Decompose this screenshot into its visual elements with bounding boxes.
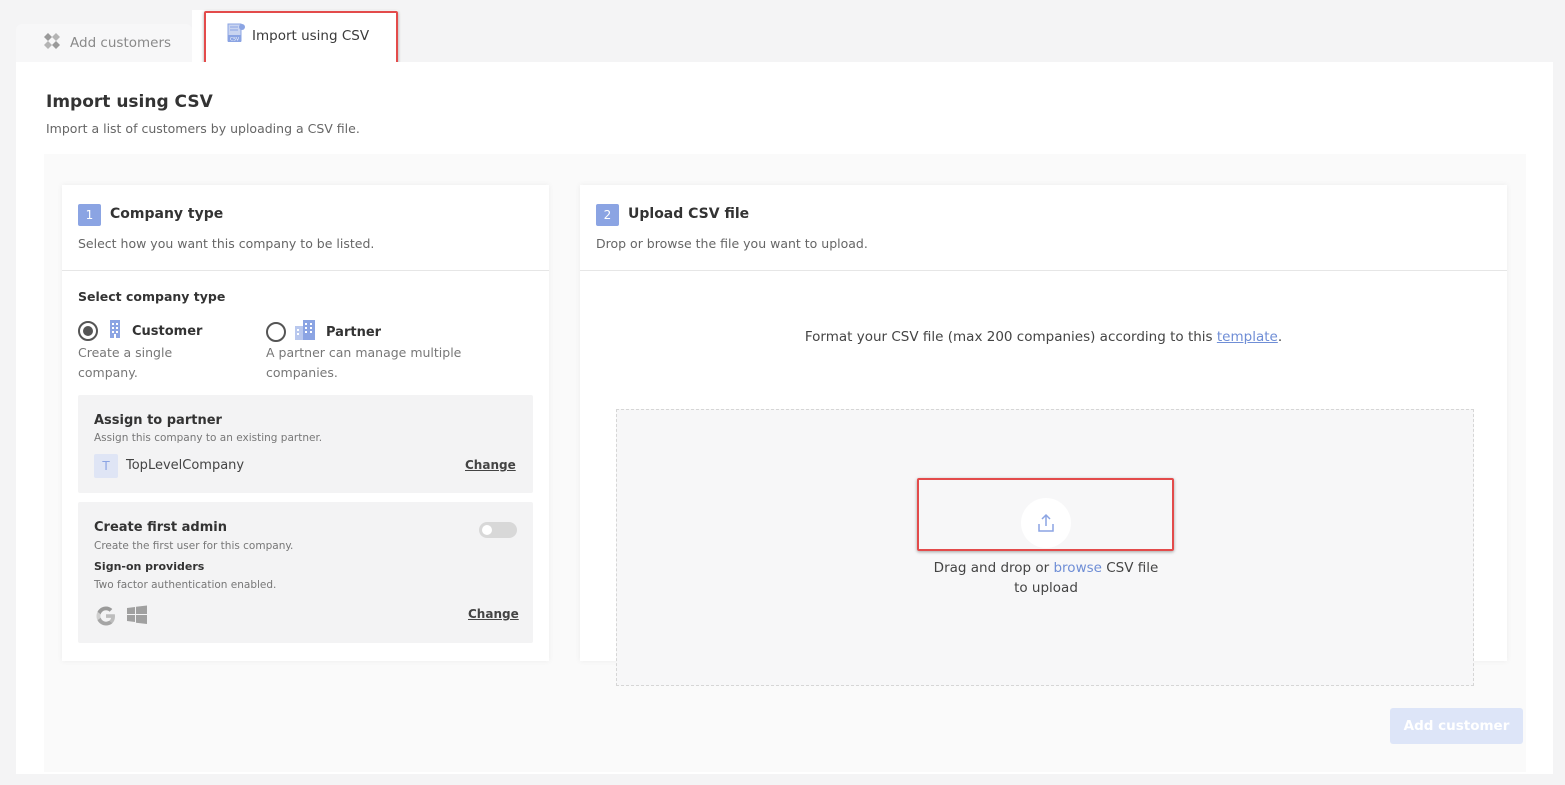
format-instructions: Format your CSV file (max 200 companies)… bbox=[580, 329, 1507, 345]
assign-subtitle: Assign this company to an existing partn… bbox=[94, 432, 323, 444]
radio-partner[interactable]: Partner bbox=[266, 319, 381, 345]
csv-file-icon: CSV bbox=[226, 23, 246, 49]
page-title: Import using CSV bbox=[46, 92, 213, 112]
avatar: T bbox=[94, 454, 118, 478]
option-description-line: Create a single bbox=[78, 345, 173, 360]
option-label: Customer bbox=[132, 323, 203, 339]
step-subtitle: Drop or browse the file you want to uplo… bbox=[596, 236, 868, 251]
csv-dropzone[interactable]: Drag and drop or browse CSV file to uplo… bbox=[616, 409, 1474, 686]
step-number: 2 bbox=[596, 204, 619, 226]
assign-partner-card: Assign to partner Assign this company to… bbox=[78, 395, 533, 493]
drop-instructions: Drag and drop or browse CSV file to uplo… bbox=[617, 558, 1475, 598]
sign-on-providers-title: Sign-on providers bbox=[94, 560, 205, 573]
radio-button-checked[interactable] bbox=[78, 321, 98, 341]
step-title: Company type bbox=[110, 206, 224, 222]
tab-import-csv[interactable]: CSV Import using CSV bbox=[192, 10, 398, 62]
panel-header: 1 Company type Select how you want this … bbox=[62, 185, 549, 271]
assign-title: Assign to partner bbox=[94, 413, 222, 428]
option-description: Create a single company. bbox=[78, 343, 172, 383]
tab-label: Add customers bbox=[70, 35, 172, 51]
create-admin-toggle[interactable] bbox=[479, 522, 517, 538]
template-link[interactable]: template bbox=[1217, 329, 1278, 345]
building-icon bbox=[106, 319, 124, 343]
option-description-line: company. bbox=[78, 365, 138, 380]
select-company-type-label: Select company type bbox=[78, 289, 226, 304]
tab-label: Import using CSV bbox=[252, 28, 370, 44]
main-card: Import using CSV Import a list of custom… bbox=[16, 62, 1553, 774]
panel-header: 2 Upload CSV file Drop or browse the fil… bbox=[580, 185, 1507, 271]
change-partner-link[interactable]: Change bbox=[465, 458, 516, 472]
upload-csv-panel: 2 Upload CSV file Drop or browse the fil… bbox=[580, 185, 1507, 686]
option-description-line: A partner can manage multiple bbox=[266, 345, 462, 360]
google-icon bbox=[94, 604, 118, 632]
sign-on-providers-subtitle: Two factor authentication enabled. bbox=[94, 579, 277, 591]
radio-button-unchecked[interactable] bbox=[266, 322, 286, 342]
add-customer-button[interactable]: Add customer bbox=[1390, 708, 1523, 744]
drop-text: Drag and drop or bbox=[933, 560, 1054, 576]
create-admin-card: Create first admin Create the first user… bbox=[78, 502, 533, 643]
step-subtitle: Select how you want this company to be l… bbox=[78, 236, 375, 251]
partner-company-name: TopLevelCompany bbox=[126, 458, 245, 473]
windows-icon bbox=[126, 604, 148, 630]
radio-customer[interactable]: Customer bbox=[78, 319, 202, 343]
svg-text:CSV: CSV bbox=[230, 37, 240, 43]
page-subtitle: Import a list of customers by uploading … bbox=[46, 121, 360, 136]
format-text: Format your CSV file (max 200 companies)… bbox=[804, 329, 1217, 345]
step-title: Upload CSV file bbox=[628, 206, 750, 222]
admin-subtitle: Create the first user for this company. bbox=[94, 540, 294, 552]
buildings-icon bbox=[294, 319, 318, 345]
format-text-end: . bbox=[1277, 329, 1283, 345]
step-number: 1 bbox=[78, 204, 101, 226]
admin-title: Create first admin bbox=[94, 520, 227, 535]
upload-icon bbox=[1021, 498, 1071, 548]
option-description-line: companies. bbox=[266, 365, 338, 380]
company-type-panel: 1 Company type Select how you want this … bbox=[62, 185, 549, 661]
drop-text-suffix: CSV file bbox=[1101, 560, 1159, 576]
tab-bar: Add customers CSV Import using CSV bbox=[16, 10, 436, 62]
puzzle-icon bbox=[40, 30, 64, 56]
change-providers-link[interactable]: Change bbox=[468, 607, 519, 621]
tab-add-customers[interactable]: Add customers bbox=[16, 24, 192, 62]
browse-link[interactable]: browse bbox=[1053, 560, 1101, 576]
drop-text-line2: to upload bbox=[1014, 580, 1078, 596]
option-description: A partner can manage multiple companies. bbox=[266, 343, 461, 383]
option-label: Partner bbox=[326, 324, 382, 340]
